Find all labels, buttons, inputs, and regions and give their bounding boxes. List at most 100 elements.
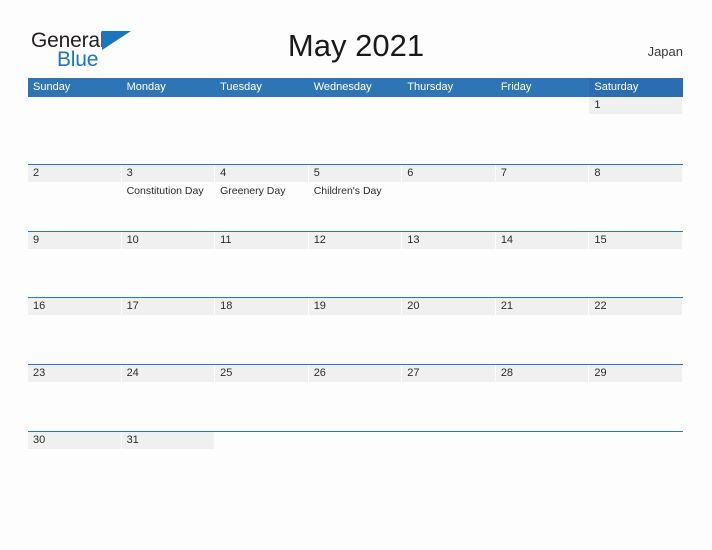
weekday-header-monday: Monday (121, 78, 216, 97)
calendar-day-cell[interactable]: 23 (28, 365, 122, 431)
calendar-day-cell[interactable]: 29 (589, 365, 683, 431)
day-number (215, 432, 308, 449)
calendar-empty-cell (309, 432, 403, 498)
weekday-header-sunday: Sunday (28, 78, 122, 97)
day-number: 23 (28, 365, 121, 383)
day-number: 15 (589, 231, 682, 249)
holiday-label: Children's Day (313, 184, 382, 197)
calendar-day-cell[interactable]: 15 (589, 231, 683, 298)
day-number (402, 97, 495, 114)
country-label: Japan (647, 44, 683, 59)
day-number: 21 (495, 298, 589, 316)
calendar-day-cell[interactable]: 17 (121, 298, 216, 364)
holiday-label: Constitution Day (126, 184, 204, 197)
calendar-day-cell[interactable]: 30 (28, 431, 122, 498)
day-number (496, 432, 589, 449)
day-number: 5 (308, 164, 402, 182)
day-number (28, 97, 121, 114)
day-number: 28 (495, 365, 589, 383)
day-number: 2 (28, 164, 121, 182)
day-number (122, 97, 215, 114)
weekday-header-thursday: Thursday (402, 78, 496, 97)
calendar-day-cell[interactable]: 1 (589, 97, 683, 164)
calendar-empty-cell (122, 97, 216, 164)
calendar-day-cell[interactable]: 2 (28, 164, 122, 231)
calendar-week-row: 9 10 11 12 13 14 15 (28, 230, 683, 298)
calendar-day-cell[interactable]: 4 Greenery Day (215, 164, 309, 231)
calendar-empty-cell (496, 97, 590, 164)
calendar-day-cell[interactable]: 6 (402, 164, 496, 231)
page-header: General Blue May 2021 Japan (0, 0, 712, 76)
calendar-day-cell[interactable]: 12 (308, 231, 403, 298)
calendar-day-cell[interactable]: 8 (589, 164, 683, 231)
day-number: 13 (402, 231, 495, 249)
day-number: 3 (121, 164, 215, 182)
calendar-day-cell[interactable]: 27 (402, 365, 496, 431)
calendar-week-row: 30 31 (28, 430, 683, 498)
calendar-day-cell[interactable]: 25 (215, 365, 309, 431)
calendar-empty-cell (28, 97, 122, 164)
calendar-day-cell[interactable]: 28 (495, 365, 590, 431)
calendar-day-cell[interactable]: 14 (495, 231, 590, 298)
calendar-week-row: 2 3 Constitution Day 4 Greenery Day 5 Children… (28, 163, 683, 231)
day-number (496, 97, 589, 114)
calendar-day-cell[interactable]: 18 (215, 298, 309, 364)
day-number: 22 (589, 298, 682, 316)
calendar-body: 1 2 3 Constitution Day 4 Greenery Day 5 Childre… (28, 97, 683, 498)
day-number: 12 (308, 231, 402, 249)
day-number: 20 (402, 298, 495, 316)
day-number: 11 (215, 231, 308, 249)
day-number: 19 (308, 298, 402, 316)
holiday-label: Greenery Day (220, 184, 286, 197)
day-number (589, 432, 682, 449)
day-number: 30 (28, 431, 121, 449)
calendar-page: General Blue May 2021 Japan Sunday Monday… (0, 0, 712, 550)
weekday-header-saturday: Saturday (589, 78, 683, 97)
calendar-day-cell[interactable]: 19 (308, 298, 403, 364)
calendar-day-cell[interactable]: 22 (589, 298, 683, 364)
calendar-week-row: 23 24 25 26 27 28 29 (28, 364, 683, 431)
calendar-grid: Sunday Monday Tuesday Wednesday Thursday Frid… (28, 78, 683, 498)
day-number: 27 (402, 365, 495, 383)
day-number: 8 (589, 164, 682, 182)
day-number: 1 (589, 97, 682, 114)
weekday-header-friday: Friday (495, 78, 590, 97)
day-number (402, 432, 495, 449)
calendar-day-cell[interactable]: 5 Children's Day (308, 164, 403, 231)
calendar-empty-cell (215, 432, 309, 498)
calendar-empty-cell (215, 97, 309, 164)
calendar-day-cell[interactable]: 31 (121, 431, 216, 498)
calendar-empty-cell (402, 432, 496, 498)
calendar-empty-cell (589, 432, 683, 498)
calendar-day-cell[interactable]: 7 (495, 164, 590, 231)
weekday-header-wednesday: Wednesday (308, 78, 403, 97)
day-number: 9 (28, 231, 121, 249)
day-number: 16 (28, 298, 121, 316)
weekday-header-tuesday: Tuesday (215, 78, 309, 97)
calendar-empty-cell (496, 432, 590, 498)
day-number: 10 (121, 231, 215, 249)
calendar-week-row: 1 (28, 97, 683, 164)
day-number: 25 (215, 365, 308, 383)
day-number: 29 (589, 365, 682, 383)
day-number: 4 (215, 164, 308, 182)
day-number (309, 97, 402, 114)
day-number (215, 97, 308, 114)
calendar-day-cell[interactable]: 21 (495, 298, 590, 364)
calendar-day-cell[interactable]: 20 (402, 298, 496, 364)
day-number: 24 (121, 365, 215, 383)
page-title: May 2021 (287, 28, 425, 63)
calendar-day-cell[interactable]: 11 (215, 231, 309, 298)
day-number: 18 (215, 298, 308, 316)
day-number (309, 432, 402, 449)
calendar-day-cell[interactable]: 13 (402, 231, 496, 298)
calendar-day-cell[interactable]: 3 Constitution Day (121, 164, 216, 231)
day-number: 7 (495, 164, 589, 182)
calendar-day-cell[interactable]: 9 (28, 231, 122, 298)
calendar-day-cell[interactable]: 16 (28, 298, 122, 364)
calendar-day-cell[interactable]: 24 (121, 365, 216, 431)
day-number: 17 (121, 298, 215, 316)
calendar-day-cell[interactable]: 26 (308, 365, 403, 431)
weekday-header-row: Sunday Monday Tuesday Wednesday Thursday Frid… (28, 78, 683, 97)
calendar-day-cell[interactable]: 10 (121, 231, 216, 298)
